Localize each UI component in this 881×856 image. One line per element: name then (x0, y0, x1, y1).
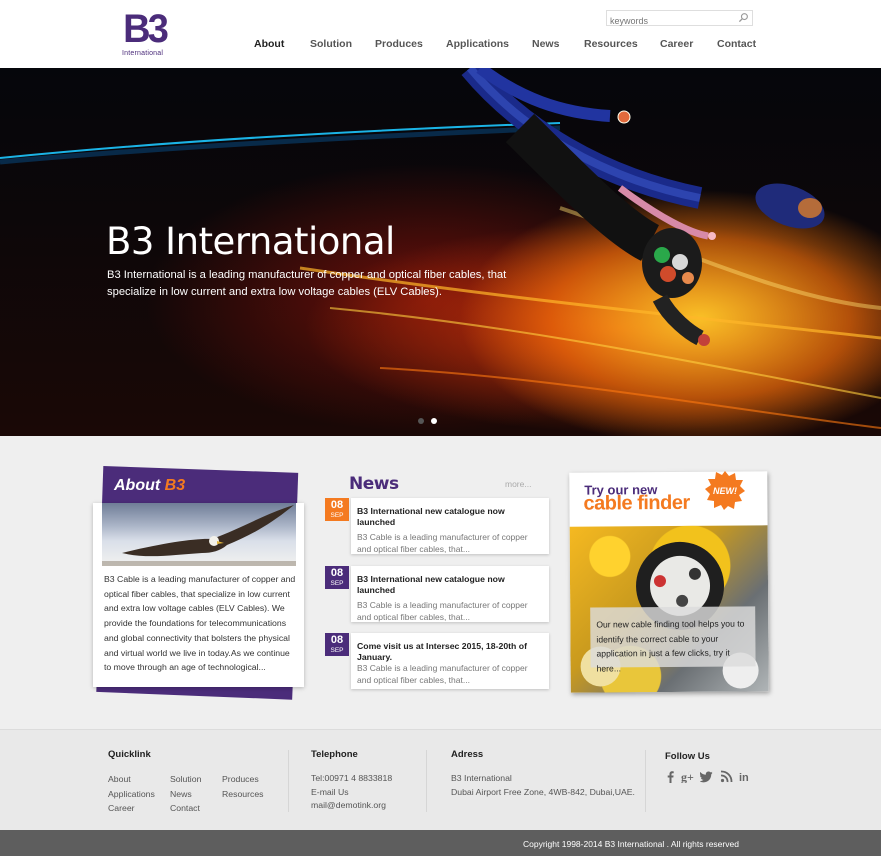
footer-divider (426, 750, 427, 812)
facebook-icon[interactable] (664, 770, 677, 783)
footer-link-applications[interactable]: Applications (108, 789, 155, 799)
date-badge: 08 SEP (325, 566, 349, 589)
news-headline[interactable]: B3 International new catalogue now launc… (357, 574, 543, 596)
copyright-text: Copyright 1998-2014 B3 International . A… (523, 839, 739, 849)
email-us-link[interactable]: E-mail Us (311, 787, 349, 797)
nav-about[interactable]: About (254, 38, 284, 50)
news-headline[interactable]: Come visit us at Intersec 2015, 18-20th … (357, 641, 543, 663)
rss-icon[interactable] (720, 770, 733, 783)
nav-contact[interactable]: Contact (717, 38, 756, 50)
about-text: B3 Cable is a leading manufacturer of co… (104, 574, 296, 673)
address-line1: B3 International (451, 773, 512, 783)
date-month: SEP (330, 512, 344, 519)
main-nav: About Solution Produces Applications New… (0, 38, 881, 52)
search-input[interactable] (607, 14, 732, 28)
news-more-link[interactable]: more... (505, 479, 531, 489)
nav-produces[interactable]: Produces (375, 38, 423, 50)
date-month: SEP (330, 580, 344, 587)
telephone-title: Telephone (311, 749, 358, 760)
footer-link-solution[interactable]: Solution (170, 774, 201, 784)
footer-divider (645, 750, 646, 812)
about-card: B3 Cable is a leading manufacturer of co… (93, 503, 304, 687)
copyright-bar: Copyright 1998-2014 B3 International . A… (0, 830, 881, 856)
email-address[interactable]: mail@demotink.org (311, 800, 386, 810)
news-card[interactable]: Come visit us at Intersec 2015, 18-20th … (351, 633, 549, 689)
nav-career[interactable]: Career (660, 38, 693, 50)
about-heading-highlight: B3 (164, 477, 186, 494)
linkedin-icon[interactable]: in (739, 770, 752, 783)
quicklink-title: Quicklink (108, 749, 151, 760)
cable-finder-text: Our new cable finding tool helps you to … (590, 606, 756, 673)
date-day: 08 (330, 634, 344, 646)
footer-link-news[interactable]: News (170, 789, 192, 799)
footer-link-contact[interactable]: Contact (170, 803, 200, 813)
news-heading: News (349, 474, 399, 494)
cable-finder-line2: cable finder (583, 491, 690, 515)
about-heading[interactable]: About B3 (114, 477, 185, 495)
date-day: 08 (330, 499, 344, 511)
footer-link-produces[interactable]: Produces (222, 774, 259, 784)
date-day: 08 (330, 567, 344, 579)
footer-divider (288, 750, 289, 812)
site-header: B3 International About Solution Produces… (0, 0, 881, 68)
date-month: SEP (330, 647, 344, 654)
site-footer: Quicklink About Solution Produces Applic… (0, 729, 881, 830)
nav-news[interactable]: News (532, 38, 559, 50)
nav-solution[interactable]: Solution (310, 38, 352, 50)
address-line2: Dubai Airport Free Zone, 4WB-842, Dubai,… (451, 787, 635, 797)
google-plus-icon[interactable]: g+ (681, 770, 696, 783)
footer-link-resources[interactable]: Resources (222, 789, 264, 799)
date-badge: 08 SEP (325, 498, 349, 521)
news-excerpt: B3 Cable is a leading manufacturer of co… (357, 532, 528, 554)
svg-text:in: in (739, 772, 749, 783)
slider-dot-1[interactable] (418, 418, 424, 424)
search-box (606, 10, 753, 28)
news-item[interactable]: 08 SEP Come visit us at Intersec 2015, 1… (325, 633, 549, 689)
footer-link-about[interactable]: About (108, 774, 131, 784)
address-title: Adress (451, 749, 484, 760)
news-card[interactable]: B3 International new catalogue now launc… (351, 566, 549, 622)
news-headline[interactable]: B3 International new catalogue now launc… (357, 506, 543, 528)
eagle-image (102, 503, 296, 566)
about-heading-prefix: About (114, 477, 165, 494)
slider-dot-2[interactable] (431, 418, 437, 424)
news-excerpt: B3 Cable is a leading manufacturer of co… (357, 600, 528, 622)
hero-slider: B3 International B3 International is a l… (0, 68, 881, 436)
twitter-icon[interactable] (700, 770, 713, 783)
new-badge: NEW! (705, 471, 745, 510)
news-card[interactable]: B3 International new catalogue now launc… (351, 498, 549, 554)
svg-text:g+: g+ (681, 770, 694, 783)
hero-text: B3 International is a leading manufactur… (107, 269, 507, 298)
slider-dots (418, 411, 444, 429)
new-badge-label: NEW! (713, 486, 737, 496)
news-item[interactable]: 08 SEP B3 International new catalogue no… (325, 498, 549, 554)
news-item[interactable]: 08 SEP B3 International new catalogue no… (325, 566, 549, 622)
date-badge: 08 SEP (325, 633, 349, 656)
follow-us-title: Follow Us (665, 751, 710, 762)
nav-resources[interactable]: Resources (584, 38, 638, 50)
news-excerpt: B3 Cable is a leading manufacturer of co… (357, 663, 528, 685)
footer-link-career[interactable]: Career (108, 803, 135, 813)
logo[interactable]: B3 International (122, 9, 169, 61)
hero-title: B3 International (106, 220, 395, 263)
search-icon[interactable] (738, 12, 749, 23)
telephone-number: Tel:00971 4 8833818 (311, 773, 393, 783)
nav-applications[interactable]: Applications (446, 38, 509, 50)
